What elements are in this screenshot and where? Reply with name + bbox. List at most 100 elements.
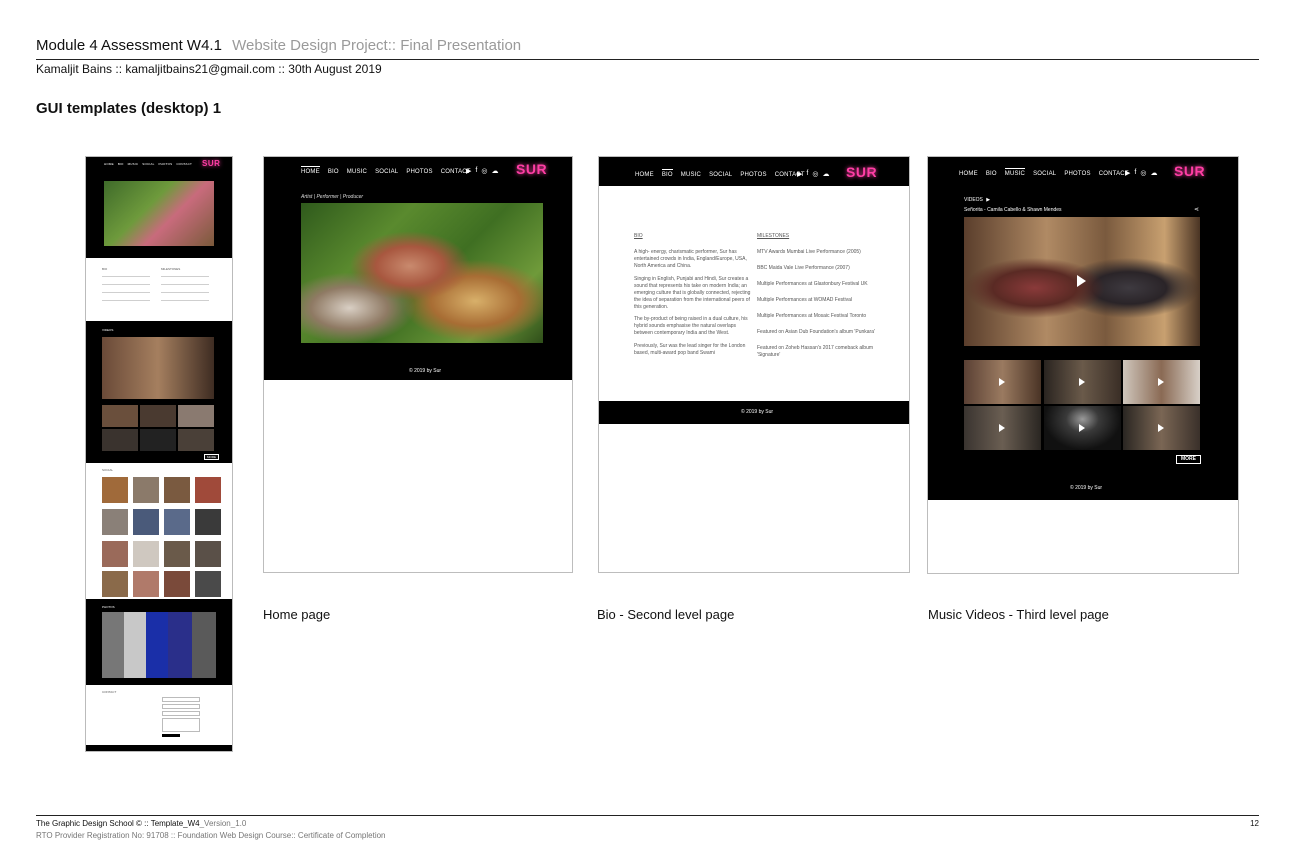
scroll-logo: SUR: [202, 159, 221, 168]
nav-home[interactable]: HOME: [635, 172, 654, 178]
home-social-icons: ▶ f ◎ ☁: [466, 167, 498, 175]
music-logo[interactable]: SUR: [1174, 163, 1205, 179]
milestone-2: BBC Maida Vale Live Performance (2007): [757, 265, 850, 271]
bio-footer: © 2019 by Sur: [599, 401, 909, 424]
bio-paragraph-1: A high- energy, charismatic performer, S…: [634, 249, 747, 269]
scroll-main-video: [102, 337, 214, 399]
play-icon[interactable]: [1079, 424, 1085, 432]
home-copyright: © 2019 by Sur: [409, 368, 442, 374]
nav-home[interactable]: HOME: [301, 166, 320, 175]
video-thumbnail[interactable]: [964, 360, 1041, 404]
nav-social[interactable]: SOCIAL: [709, 172, 732, 178]
milestone-3: Multiple Performances at Glastonbury Fes…: [757, 281, 868, 287]
nav-social[interactable]: SOCIAL: [375, 169, 398, 175]
share-icon[interactable]: ⋖: [1194, 207, 1199, 214]
footer-rule: [36, 815, 1259, 816]
scroll-footer: [86, 745, 232, 751]
bio-paragraph-2: Singing in English, Punjabi and Hindi, S…: [634, 276, 751, 310]
bio-paragraph-4: Previously, Sur was the lead singer for …: [634, 343, 746, 356]
instagram-icon[interactable]: ◎: [812, 170, 818, 178]
presentation-title: Module 4 Assessment W4.1 Website Design …: [36, 37, 521, 54]
play-icon[interactable]: [1079, 378, 1085, 386]
nav-music[interactable]: MUSIC: [1004, 168, 1026, 177]
play-icon[interactable]: [1158, 424, 1164, 432]
footer-line-2: RTO Provider Registration No: 91708 :: F…: [36, 831, 386, 840]
bio-paragraph-3: The by-product of being raised in a dual…: [634, 316, 748, 336]
bio-heading: BIO: [634, 233, 643, 239]
youtube-icon[interactable]: ▶: [797, 170, 802, 178]
nav-music[interactable]: MUSIC: [347, 169, 367, 175]
nav-bio[interactable]: BIO: [986, 171, 997, 177]
music-copyright: © 2019 by Sur: [1070, 485, 1103, 491]
scroll-photos: PHOTOS: [86, 599, 232, 685]
nav-photos[interactable]: PHOTOS: [406, 169, 432, 175]
home-tagline: Artist | Performer | Producer: [301, 194, 364, 200]
home-dark-section: HOME BIO MUSIC SOCIAL PHOTOS CONTACT ▶ f…: [264, 157, 572, 380]
soundcloud-icon[interactable]: ☁: [1150, 169, 1157, 177]
module-title: Module 4 Assessment W4.1: [36, 37, 222, 54]
nav-social[interactable]: SOCIAL: [1033, 171, 1056, 177]
video-thumbnail[interactable]: [1044, 360, 1121, 404]
bio-nav: HOME BIO MUSIC SOCIAL PHOTOS CONTACT: [635, 169, 805, 178]
scroll-nav: HOME BIO MUSIC SOCIAL PHOTOS CONTACT: [104, 162, 192, 166]
music-dark-section: HOME BIO MUSIC SOCIAL PHOTOS CONTACT ▶ f…: [928, 157, 1238, 500]
bio-logo[interactable]: SUR: [846, 164, 877, 180]
header-rule: [36, 59, 1259, 60]
section-title: GUI templates (desktop) 1: [36, 100, 222, 117]
youtube-icon[interactable]: ▶: [1125, 169, 1130, 177]
youtube-icon: ▶: [986, 197, 991, 203]
nav-bio[interactable]: BIO: [661, 169, 673, 178]
soundcloud-icon[interactable]: ☁: [491, 167, 498, 175]
youtube-icon[interactable]: ▶: [466, 167, 471, 175]
music-nav: HOME BIO MUSIC SOCIAL PHOTOS CONTACT: [959, 168, 1129, 177]
milestone-7: Featured on Zoheb Hassan's 2017 comeback…: [757, 345, 874, 358]
bio-copyright: © 2019 by Sur: [741, 409, 774, 415]
main-video-player[interactable]: [964, 217, 1200, 346]
footer-line-1: The Graphic Design School © :: Template_…: [36, 819, 246, 828]
video-thumbnail[interactable]: [1044, 406, 1121, 450]
milestone-6: Featured on Asian Dub Foundation's album…: [757, 329, 875, 335]
play-icon[interactable]: [1077, 275, 1086, 287]
home-logo[interactable]: SUR: [516, 161, 547, 177]
milestone-5: Multiple Performances at Mosaic Festival…: [757, 313, 867, 319]
soundcloud-icon[interactable]: ☁: [822, 170, 829, 178]
caption-bio: Bio - Second level page: [597, 607, 735, 622]
play-icon[interactable]: [999, 424, 1005, 432]
instagram-icon[interactable]: ◎: [1140, 169, 1146, 177]
scroll-videos: VIDEOS MORE: [86, 321, 232, 463]
facebook-icon[interactable]: f: [475, 167, 477, 175]
scroll-bio: BIO MILESTONES: [86, 258, 232, 321]
video-thumbnail[interactable]: [1123, 360, 1200, 404]
caption-music: Music Videos - Third level page: [928, 607, 1109, 622]
nav-home[interactable]: HOME: [959, 171, 978, 177]
footer-version: _Version_1.0: [199, 819, 247, 828]
scroll-social: SOCIAL: [86, 463, 232, 599]
facebook-icon[interactable]: f: [806, 170, 808, 178]
play-icon[interactable]: [999, 378, 1005, 386]
nav-photos[interactable]: PHOTOS: [740, 172, 766, 178]
more-button[interactable]: MORE: [1176, 455, 1201, 464]
milestone-1: MTV Awards Mumbai Live Performance (2005…: [757, 249, 861, 255]
facebook-icon[interactable]: f: [1134, 169, 1136, 177]
full-page-scroll-mockup: HOME BIO MUSIC SOCIAL PHOTOS CONTACT SUR BIO …: [85, 156, 233, 752]
project-subtitle: Website Design Project:: Final Presentat…: [232, 37, 522, 54]
video-thumbnail[interactable]: [1123, 406, 1200, 450]
bio-header-bar: HOME BIO MUSIC SOCIAL PHOTOS CONTACT ▶ f…: [599, 157, 909, 186]
milestone-4: Multiple Performances at WOMAD Festival: [757, 297, 853, 303]
nav-bio[interactable]: BIO: [328, 169, 339, 175]
music-page-mockup: HOME BIO MUSIC SOCIAL PHOTOS CONTACT ▶ f…: [927, 156, 1239, 574]
caption-home: Home page: [263, 607, 331, 622]
nav-photos[interactable]: PHOTOS: [1064, 171, 1090, 177]
nav-music[interactable]: MUSIC: [681, 172, 701, 178]
play-icon[interactable]: [1158, 378, 1164, 386]
milestones-heading: MILESTONES: [757, 233, 790, 239]
video-thumbnail[interactable]: [964, 406, 1041, 450]
scroll-hero: HOME BIO MUSIC SOCIAL PHOTOS CONTACT SUR: [86, 157, 232, 258]
home-nav: HOME BIO MUSIC SOCIAL PHOTOS CONTACT: [301, 166, 471, 175]
instagram-icon[interactable]: ◎: [481, 167, 487, 175]
bio-page-mockup: HOME BIO MUSIC SOCIAL PHOTOS CONTACT ▶ f…: [598, 156, 910, 573]
home-hero-photo: [301, 203, 543, 343]
music-social-icons: ▶ f ◎ ☁: [1125, 169, 1157, 177]
bio-social-icons: ▶ f ◎ ☁: [797, 170, 829, 178]
footer-school: The Graphic Design School © :: Template_…: [36, 819, 200, 828]
